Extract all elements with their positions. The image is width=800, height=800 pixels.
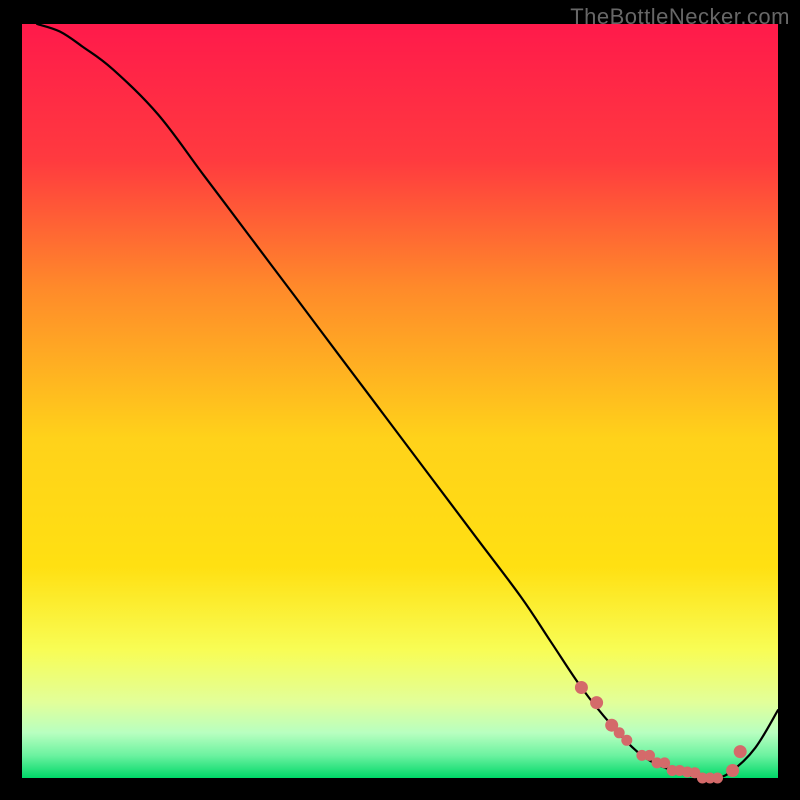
reference-dot xyxy=(726,764,739,777)
reference-dot xyxy=(621,735,632,746)
reference-dot xyxy=(590,696,603,709)
reference-dot xyxy=(575,681,588,694)
reference-dot xyxy=(734,745,747,758)
watermark-text: TheBottleNecker.com xyxy=(570,4,790,30)
plot-background xyxy=(22,24,778,778)
plot-svg xyxy=(0,0,800,800)
reference-dot xyxy=(712,773,723,784)
chart-canvas: TheBottleNecker.com xyxy=(0,0,800,800)
